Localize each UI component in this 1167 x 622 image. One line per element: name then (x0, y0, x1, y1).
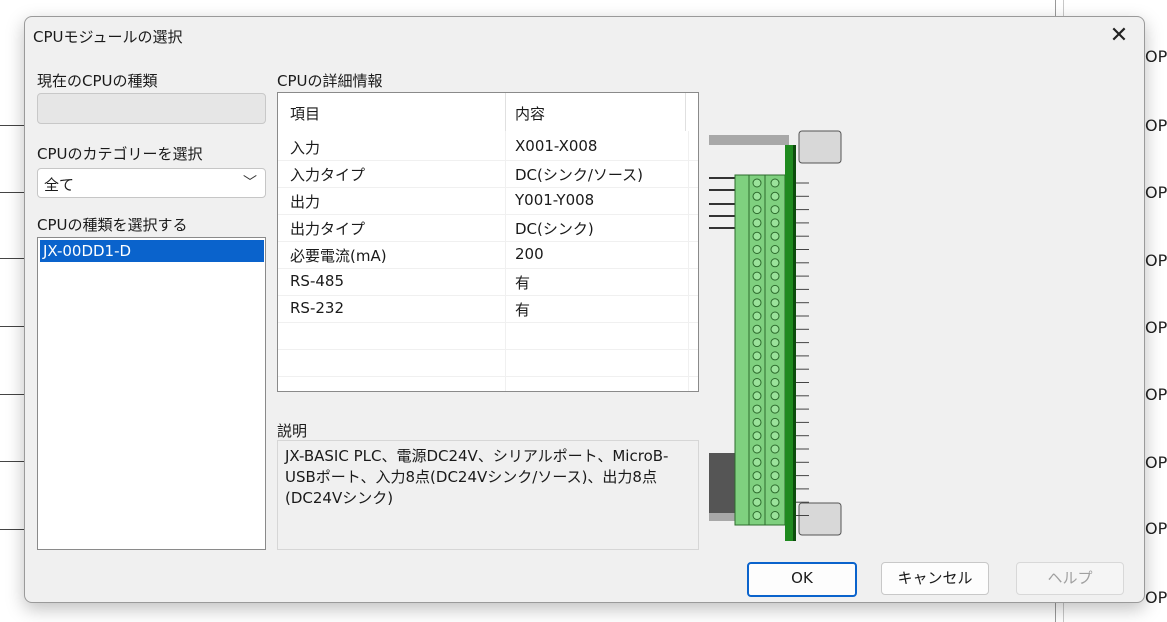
cpu-module-select-dialog: CPUモジュールの選択 ✕ 現在のCPUの種類 CPUのカテゴリーを選択 全て … (24, 16, 1145, 603)
description-text: JX-BASIC PLC、電源DC24V、シリアルポート、MicroB-USBポ… (285, 447, 669, 507)
bg-label: OP (1145, 453, 1167, 472)
cancel-button[interactable]: キャンセル (881, 562, 989, 595)
bg-label: OP (1145, 116, 1167, 135)
bg-label: OP (1145, 47, 1167, 66)
row-key: 必要電流(mA) (290, 247, 387, 265)
bg-label: OP (1145, 318, 1167, 337)
column-header-item[interactable]: 項目 (290, 103, 320, 124)
row-key: 出力 (290, 193, 321, 211)
row-value: 有 (515, 274, 531, 292)
table-row[interactable]: 出力 Y001-Y008 (278, 187, 698, 215)
dialog-title: CPUモジュールの選択 (33, 28, 183, 46)
row-value: X001-X008 (515, 137, 598, 155)
table-row[interactable]: RS-232 有 (278, 295, 698, 323)
current-cpu-label: 現在のCPUの種類 (37, 72, 158, 90)
bg-label: OP (1145, 385, 1167, 404)
help-button[interactable]: ヘルプ (1016, 562, 1124, 595)
bg-label: OP (1145, 588, 1167, 607)
table-row[interactable]: 出力タイプ DC(シンク) (278, 214, 698, 242)
table-row[interactable]: 必要電流(mA) 200 (278, 241, 698, 269)
cpu-type-label: CPUの種類を選択する (37, 216, 188, 234)
row-key: 出力タイプ (290, 220, 366, 238)
list-item[interactable]: JX-00DD1-D (40, 240, 264, 262)
row-value: Y001-Y008 (515, 191, 595, 209)
description-label: 説明 (277, 422, 308, 440)
row-value: DC(シンク/ソース) (515, 166, 644, 184)
bg-label: OP (1145, 519, 1167, 538)
row-key: RS-485 (290, 272, 344, 290)
column-header-content[interactable]: 内容 (515, 103, 545, 124)
table-row[interactable]: 入力 X001-X008 (278, 133, 698, 161)
chevron-down-icon: ﹀ (243, 175, 257, 191)
bg-label: OP (1145, 251, 1167, 270)
table-header: 項目 内容 (278, 93, 698, 131)
ok-button[interactable]: OK (747, 562, 857, 597)
row-value: 200 (515, 245, 544, 263)
row-key: 入力タイプ (290, 166, 366, 184)
details-table: 項目 内容 入力 X001-X008 入力タイプ DC(シンク/ソース) 出力 … (277, 92, 699, 392)
row-value: 有 (515, 301, 531, 319)
details-label: CPUの詳細情報 (277, 72, 383, 90)
category-select[interactable]: 全て ﹀ (37, 168, 266, 198)
current-cpu-field (37, 93, 266, 124)
title-bar: CPUモジュールの選択 ✕ (25, 17, 1144, 57)
bg-label: OP (1145, 183, 1167, 202)
row-value: DC(シンク) (515, 220, 594, 238)
category-selected-value: 全て (44, 176, 75, 194)
description-box: JX-BASIC PLC、電源DC24V、シリアルポート、MicroB-USBポ… (277, 440, 699, 550)
table-row[interactable]: RS-485 有 (278, 268, 698, 296)
table-row (278, 322, 698, 350)
table-row (278, 349, 698, 377)
row-key: RS-232 (290, 299, 344, 317)
category-label: CPUのカテゴリーを選択 (37, 145, 203, 163)
table-row[interactable]: 入力タイプ DC(シンク/ソース) (278, 160, 698, 188)
row-key: 入力 (290, 139, 321, 157)
close-icon[interactable]: ✕ (1106, 23, 1132, 49)
cpu-type-list[interactable]: JX-00DD1-D (37, 237, 266, 550)
cpu-module-image (709, 130, 842, 541)
